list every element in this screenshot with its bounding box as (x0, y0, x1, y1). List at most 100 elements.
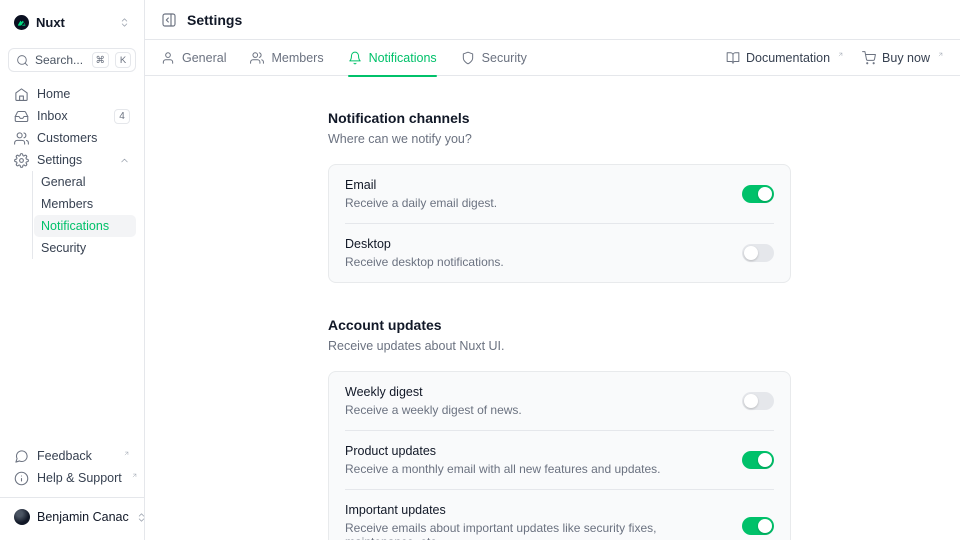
product-updates-toggle[interactable] (742, 451, 774, 469)
row-text: Email Receive a daily email digest. (345, 178, 497, 210)
settings-subnav: General Members Notifications Security (32, 171, 136, 259)
subitem-label: Security (41, 241, 86, 255)
collapse-sidebar-icon[interactable] (161, 12, 177, 28)
sidebar-nav: Home Inbox 4 Customers Settings General … (8, 83, 136, 259)
info-circle-icon (14, 471, 29, 486)
tab-general[interactable]: General (161, 40, 226, 76)
tab-label: Notifications (369, 51, 437, 65)
subitem-label: General (41, 175, 85, 189)
setting-row-desktop: Desktop Receive desktop notifications. (345, 223, 774, 282)
sidebar-item-feedback[interactable]: Feedback (8, 445, 136, 467)
row-title: Email (345, 178, 497, 192)
setting-row-email: Email Receive a daily email digest. (345, 165, 774, 223)
team-name: Nuxt (36, 15, 112, 30)
sidebar-item-home[interactable]: Home (8, 83, 136, 105)
settings-content: Notification channels Where can we notif… (145, 76, 960, 540)
section-title: Notification channels (328, 110, 791, 126)
buy-now-link[interactable]: Buy now (862, 51, 944, 65)
users-icon (250, 51, 264, 65)
desktop-toggle[interactable] (742, 244, 774, 262)
toggle-knob (744, 246, 758, 260)
main-panel: Settings General Members Notifications S… (145, 0, 960, 540)
inbox-icon (14, 109, 29, 124)
users-icon (14, 131, 29, 146)
row-text: Product updates Receive a monthly email … (345, 444, 661, 476)
user-menu[interactable]: Benjamin Canac (8, 502, 136, 532)
sidebar-item-label: Customers (37, 131, 130, 145)
row-title: Product updates (345, 444, 661, 458)
channels-card: Email Receive a daily email digest. Desk… (328, 164, 791, 283)
tab-label: Security (482, 51, 527, 65)
sidebar-item-inbox[interactable]: Inbox 4 (8, 105, 136, 127)
sidebar-subitem-general[interactable]: General (34, 171, 136, 193)
kbd-k: K (115, 52, 131, 68)
home-icon (14, 87, 29, 102)
action-label: Buy now (882, 51, 930, 65)
documentation-link[interactable]: Documentation (726, 51, 844, 65)
action-label: Documentation (746, 51, 830, 65)
setting-row-important-updates: Important updates Receive emails about i… (345, 489, 774, 540)
sidebar-item-customers[interactable]: Customers (8, 127, 136, 149)
sidebar-item-label: Feedback (37, 449, 114, 463)
sidebar: Nuxt Search... ⌘ K Home Inbox 4 Customer… (0, 0, 145, 540)
team-switcher[interactable]: Nuxt (8, 4, 136, 40)
tab-security[interactable]: Security (461, 40, 527, 76)
search-icon (16, 54, 29, 67)
page-title: Settings (187, 12, 242, 28)
row-title: Weekly digest (345, 385, 522, 399)
sidebar-subitem-notifications[interactable]: Notifications (34, 215, 136, 237)
tab-label: General (182, 51, 226, 65)
nuxt-logo-icon (14, 15, 29, 30)
external-link-icon (937, 51, 944, 58)
setting-row-product-updates: Product updates Receive a monthly email … (345, 430, 774, 489)
external-link-icon (131, 472, 138, 479)
section-title: Account updates (328, 317, 791, 333)
toggle-knob (758, 453, 772, 467)
cart-icon (862, 51, 876, 65)
sidebar-item-help-support[interactable]: Help & Support (8, 467, 136, 489)
sidebar-footer: Feedback Help & Support Benjamin Canac (8, 445, 136, 532)
row-description: Receive emails about important updates l… (345, 521, 726, 540)
sidebar-item-label: Home (37, 87, 130, 101)
tab-label: Members (271, 51, 323, 65)
search-placeholder: Search... (35, 53, 86, 67)
row-description: Receive a monthly email with all new fea… (345, 462, 661, 476)
section-subtitle: Receive updates about Nuxt UI. (328, 339, 791, 353)
tab-bar: General Members Notifications Security D… (145, 40, 960, 76)
toggle-knob (758, 519, 772, 533)
row-text: Important updates Receive emails about i… (345, 503, 726, 540)
user-name: Benjamin Canac (37, 510, 129, 524)
sidebar-item-label: Help & Support (37, 471, 122, 485)
email-toggle[interactable] (742, 185, 774, 203)
search-input[interactable]: Search... ⌘ K (8, 48, 136, 72)
book-icon (726, 51, 740, 65)
tab-notifications[interactable]: Notifications (348, 40, 437, 76)
sidebar-spacer (8, 259, 136, 445)
important-updates-toggle[interactable] (742, 517, 774, 535)
external-link-icon (837, 51, 844, 58)
sidebar-item-label: Inbox (37, 109, 106, 123)
setting-row-weekly-digest: Weekly digest Receive a weekly digest of… (345, 372, 774, 430)
sidebar-subitem-security[interactable]: Security (34, 237, 136, 259)
toggle-knob (758, 187, 772, 201)
header-actions: Documentation Buy now (726, 51, 944, 65)
sidebar-subitem-members[interactable]: Members (34, 193, 136, 215)
row-text: Desktop Receive desktop notifications. (345, 237, 504, 269)
inbox-count-badge: 4 (114, 109, 130, 124)
external-link-icon (123, 450, 130, 457)
gear-icon (14, 153, 29, 168)
shield-icon (461, 51, 475, 65)
row-text: Weekly digest Receive a weekly digest of… (345, 385, 522, 417)
kbd-meta: ⌘ (92, 52, 110, 68)
sidebar-item-settings[interactable]: Settings (8, 149, 136, 171)
weekly-digest-toggle[interactable] (742, 392, 774, 410)
user-avatar (14, 509, 30, 525)
user-icon (161, 51, 175, 65)
section-notification-channels: Notification channels Where can we notif… (328, 110, 791, 283)
chevron-up-icon (119, 155, 130, 166)
row-description: Receive a daily email digest. (345, 196, 497, 210)
sidebar-divider (0, 497, 144, 498)
tab-members[interactable]: Members (250, 40, 323, 76)
row-title: Important updates (345, 503, 726, 517)
row-description: Receive desktop notifications. (345, 255, 504, 269)
